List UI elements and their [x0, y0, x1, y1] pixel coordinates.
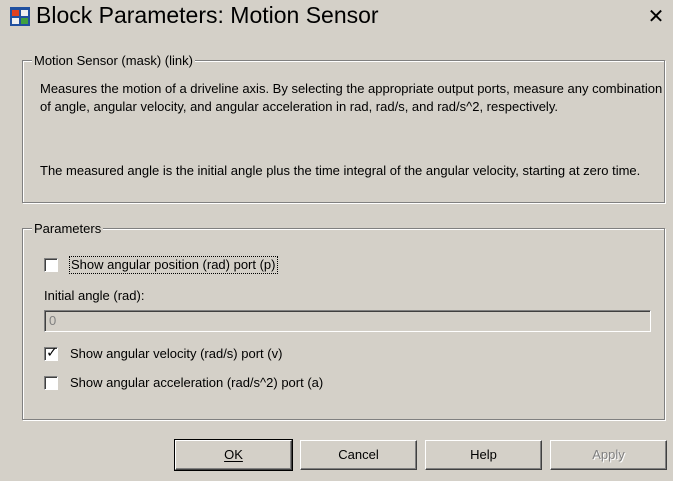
show-velocity-label[interactable]: Show angular velocity (rad/s) port (v) — [70, 346, 282, 362]
description-legend: Motion Sensor (mask) (link) — [32, 53, 195, 68]
initial-angle-field[interactable]: 0 — [44, 310, 651, 332]
close-icon[interactable]: ✕ — [645, 5, 667, 27]
description-paragraph-2: The measured angle is the initial angle … — [40, 163, 641, 178]
checkmark-icon: ✓ — [46, 345, 58, 361]
ok-button-label: OK — [224, 447, 243, 462]
cancel-button[interactable]: Cancel — [300, 440, 417, 470]
window-title: Block Parameters: Motion Sensor — [36, 2, 379, 28]
help-button[interactable]: Help — [425, 440, 542, 470]
parameters-legend: Parameters — [32, 221, 104, 236]
description-paragraph-1: Measures the motion of a driveline axis.… — [40, 81, 663, 114]
help-button-label: Help — [470, 447, 497, 462]
show-position-row[interactable]: Show angular position (rad) port (p) — [44, 255, 278, 275]
show-velocity-checkbox[interactable]: ✓ — [44, 345, 58, 361]
show-acceleration-checkbox[interactable] — [44, 376, 58, 390]
show-position-label[interactable]: Show angular position (rad) port (p) — [69, 256, 278, 274]
initial-angle-label: Initial angle (rad): — [44, 288, 145, 303]
title-bar[interactable]: Block Parameters: Motion Sensor ✕ — [0, 0, 673, 31]
show-acceleration-row[interactable]: Show angular acceleration (rad/s^2) port… — [44, 373, 323, 393]
show-position-checkbox[interactable] — [44, 258, 58, 272]
cancel-button-label: Cancel — [338, 447, 379, 462]
show-acceleration-label[interactable]: Show angular acceleration (rad/s^2) port… — [70, 375, 323, 391]
show-velocity-row[interactable]: ✓ Show angular velocity (rad/s) port (v) — [44, 344, 282, 364]
apply-button-label: Apply — [592, 447, 625, 462]
ok-button[interactable]: OK — [174, 439, 293, 471]
simulink-block-icon — [10, 7, 30, 26]
apply-button[interactable]: Apply — [550, 440, 667, 470]
